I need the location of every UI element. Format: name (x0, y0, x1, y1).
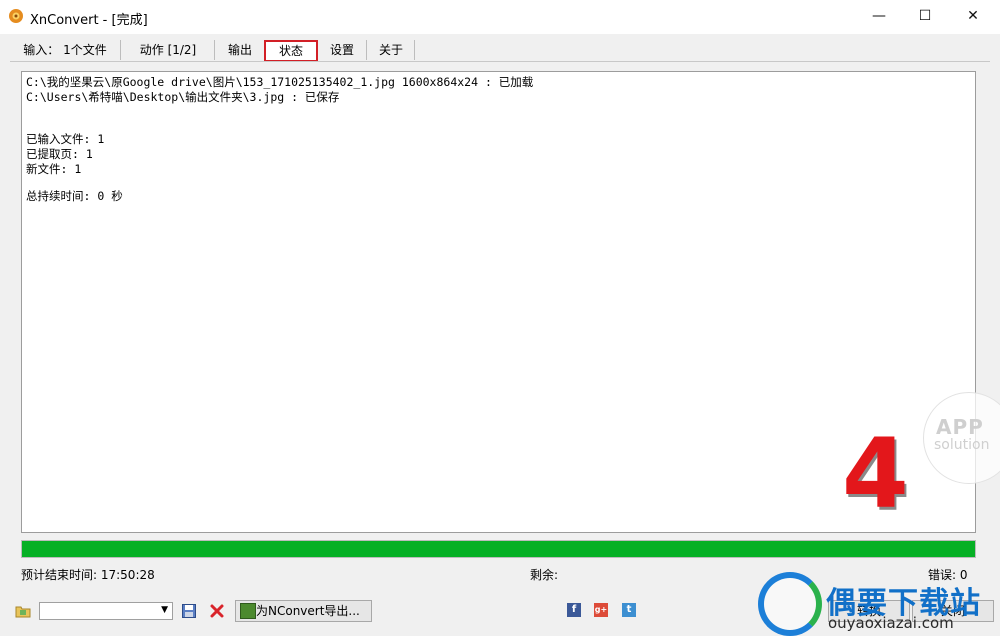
site-logo-icon (758, 572, 822, 636)
tab-about[interactable]: 关于 (368, 40, 415, 60)
export-nconvert-button[interactable]: 为NConvert导出... (235, 600, 372, 622)
tab-output[interactable]: 输出 (216, 40, 265, 60)
tab-input[interactable]: 输入： 1个文件 (10, 40, 121, 60)
minimize-icon[interactable]: — (856, 0, 902, 32)
window-title: XnConvert - [完成] (30, 13, 148, 28)
log-line-input-files: 已输入文件: 1 (26, 132, 105, 146)
preset-dropdown[interactable]: ▼ (39, 602, 173, 620)
app-logo-line2: solution (934, 437, 990, 453)
title-bar: XnConvert - [完成] — ☐ ✕ (0, 0, 1000, 34)
progress-bar-fill (22, 541, 975, 557)
site-url-watermark: ouyaoxiazai.com (828, 614, 954, 632)
tab-status[interactable]: 状态 (264, 40, 318, 62)
step-number-badge: 4 (842, 418, 909, 530)
export-nconvert-label: 为NConvert导出... (256, 604, 360, 618)
status-log[interactable]: C:\我的坚果云\原Google drive\图片\153_1710251354… (21, 71, 976, 533)
tab-divider (10, 61, 990, 62)
chevron-down-icon: ▼ (161, 605, 168, 615)
log-line-loaded: C:\我的坚果云\原Google drive\图片\153_1710251354… (26, 75, 534, 89)
save-icon[interactable] (181, 603, 197, 619)
facebook-icon[interactable]: f (567, 603, 581, 617)
tab-settings[interactable]: 设置 (318, 40, 367, 60)
tab-actions[interactable]: 动作 [1/2] (122, 40, 215, 60)
log-line-new-files: 新文件: 1 (26, 162, 82, 176)
log-line-duration: 总持续时间: 0 秒 (26, 189, 123, 203)
log-line-extracted-pages: 已提取页: 1 (26, 147, 93, 161)
log-line-saved: C:\Users\希特喵\Desktop\输出文件夹\3.jpg : 已保存 (26, 90, 340, 104)
remaining-label: 剩余: (530, 568, 559, 582)
open-folder-icon[interactable] (15, 603, 31, 619)
tab-bar: 输入： 1个文件 动作 [1/2] 输出 状态 设置 关于 (10, 40, 990, 62)
export-script-icon (240, 603, 256, 619)
app-logo-line1: APP (936, 415, 984, 439)
close-icon[interactable]: ✕ (950, 0, 996, 32)
progress-bar (21, 540, 976, 558)
eta-label: 预计结束时间: 17:50:28 (21, 568, 155, 582)
maximize-icon[interactable]: ☐ (902, 0, 948, 32)
xnconvert-app-icon (9, 9, 23, 23)
twitter-icon[interactable]: t (622, 603, 636, 617)
delete-icon[interactable] (209, 603, 225, 619)
google-plus-icon[interactable]: g+ (594, 603, 608, 617)
